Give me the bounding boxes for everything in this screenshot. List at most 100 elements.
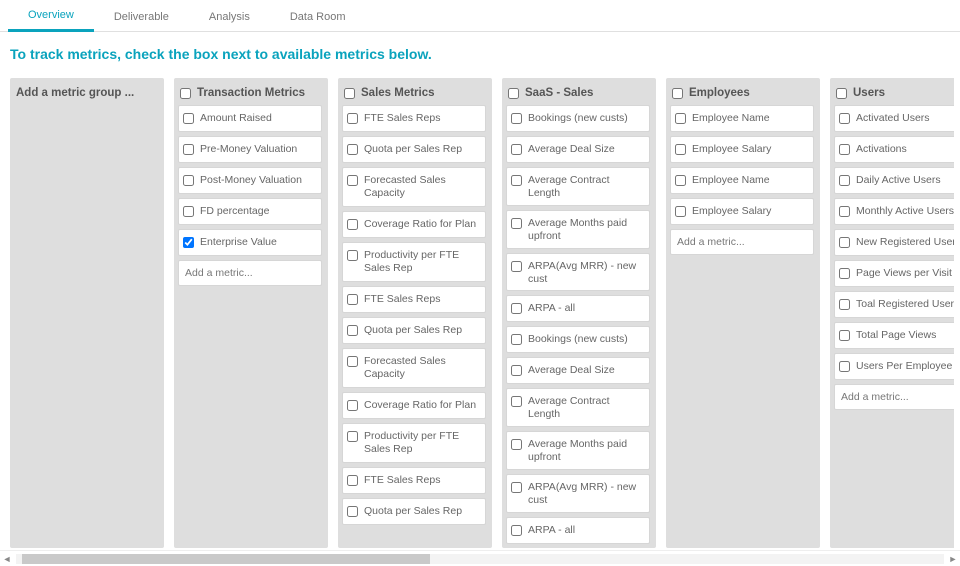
metric-checkbox[interactable] [347,475,358,486]
metric-checkbox[interactable] [675,175,686,186]
add-metric-input[interactable]: Add a metric... [178,260,322,286]
column-checkbox[interactable] [180,88,191,99]
column-header[interactable]: Transaction Metrics [178,82,324,105]
metric-card[interactable]: Average Deal Size [506,357,650,384]
metric-checkbox[interactable] [839,299,850,310]
metric-card[interactable]: Coverage Ratio for Plan [342,392,486,419]
metric-checkbox[interactable] [183,237,194,248]
metric-card[interactable]: Bookings (new custs) [506,326,650,353]
metric-checkbox[interactable] [347,356,358,367]
metric-checkbox[interactable] [511,261,522,272]
metric-checkbox[interactable] [347,431,358,442]
metric-card[interactable]: Employee Salary [670,136,814,163]
hscroll-thumb[interactable] [22,554,430,564]
metric-card[interactable]: Page Views per Visit [834,260,954,287]
metric-card[interactable]: Quota per Sales Rep [342,136,486,163]
metric-card[interactable]: Post-Money Valuation [178,167,322,194]
metric-card[interactable]: Monthly Active Users [834,198,954,225]
metric-checkbox[interactable] [347,294,358,305]
metric-checkbox[interactable] [511,218,522,229]
metric-card[interactable]: ARPA(Avg MRR) - new cust [506,474,650,513]
metric-checkbox[interactable] [511,439,522,450]
metric-checkbox[interactable] [511,396,522,407]
metric-checkbox[interactable] [183,175,194,186]
metric-checkbox[interactable] [183,206,194,217]
column-body[interactable]: FTE Sales RepsQuota per Sales RepForecas… [342,105,488,544]
metric-card[interactable]: Bookings (new custs) [506,105,650,132]
metric-checkbox[interactable] [183,144,194,155]
metric-card[interactable]: Pre-Money Valuation [178,136,322,163]
metric-checkbox[interactable] [511,144,522,155]
metric-card[interactable]: Productivity per FTE Sales Rep [342,242,486,282]
metrics-board[interactable]: Add a metric group ...Transaction Metric… [6,76,954,550]
metric-card[interactable]: Quota per Sales Rep [342,317,486,344]
hscroll-left-arrow[interactable]: ◄ [0,552,14,566]
metric-checkbox[interactable] [839,206,850,217]
metric-card[interactable]: Average Contract Length [506,167,650,206]
column-header[interactable]: SaaS - Sales [506,82,652,105]
metric-checkbox[interactable] [675,144,686,155]
metric-card[interactable]: FTE Sales Reps [342,286,486,313]
metric-checkbox[interactable] [675,113,686,124]
metric-checkbox[interactable] [347,219,358,230]
metric-card[interactable]: FD percentage [178,198,322,225]
metric-card[interactable]: New Registered Users [834,229,954,256]
metric-card[interactable]: FTE Sales Reps [342,467,486,494]
metric-checkbox[interactable] [347,325,358,336]
metric-card[interactable]: Daily Active Users [834,167,954,194]
column-checkbox[interactable] [508,88,519,99]
metric-card[interactable]: Enterprise Value [178,229,322,256]
metric-checkbox[interactable] [347,250,358,261]
hscroll-track[interactable] [16,554,944,564]
column-body[interactable]: Employee Name Employee Salary Employee Nam… [670,105,816,544]
horizontal-scrollbar[interactable]: ◄ ► [0,550,960,566]
tab-analysis[interactable]: Analysis [189,2,270,31]
metric-checkbox[interactable] [347,113,358,124]
metric-checkbox[interactable] [511,334,522,345]
metric-checkbox[interactable] [839,237,850,248]
column-checkbox[interactable] [836,88,847,99]
column-checkbox[interactable] [344,88,355,99]
metric-card[interactable]: FTE Sales Reps [342,105,486,132]
metric-card[interactable]: Employee Salary [670,198,814,225]
metric-card[interactable]: Quota per Sales Rep [342,498,486,525]
metric-card[interactable]: Toal Registered Users [834,291,954,318]
hscroll-right-arrow[interactable]: ► [946,552,960,566]
metric-checkbox[interactable] [839,330,850,341]
metric-checkbox[interactable] [839,268,850,279]
tab-data-room[interactable]: Data Room [270,2,366,31]
metric-card[interactable]: ARPA - all [506,517,650,544]
add-metric-input[interactable]: Add a metric... [834,384,954,410]
metric-card[interactable]: Activations [834,136,954,163]
tab-deliverable[interactable]: Deliverable [94,2,189,31]
metric-card[interactable]: Productivity per FTE Sales Rep [342,423,486,463]
metric-card[interactable]: Total Page Views [834,322,954,349]
metric-card[interactable]: ARPA(Avg MRR) - new cust [506,253,650,292]
metric-checkbox[interactable] [675,206,686,217]
metric-card[interactable]: Average Months paid upfront [506,210,650,249]
metric-card[interactable]: Average Deal Size [506,136,650,163]
metric-checkbox[interactable] [511,365,522,376]
metric-card[interactable]: Employee Name [670,167,814,194]
metric-card[interactable]: Employee Name [670,105,814,132]
metric-card[interactable]: Coverage Ratio for Plan [342,211,486,238]
metric-card[interactable]: ARPA - all [506,295,650,322]
metric-checkbox[interactable] [183,113,194,124]
metric-checkbox[interactable] [839,144,850,155]
metric-checkbox[interactable] [347,506,358,517]
metric-card[interactable]: Average Months paid upfront [506,431,650,470]
metric-checkbox[interactable] [511,482,522,493]
metric-card[interactable]: Average Contract Length [506,388,650,427]
column-body[interactable]: Bookings (new custs) Average Deal Size Ave… [506,105,652,544]
metric-checkbox[interactable] [511,175,522,186]
metric-checkbox[interactable] [839,113,850,124]
metric-card[interactable]: Activated Users [834,105,954,132]
metric-card[interactable]: Amount Raised [178,105,322,132]
column-header[interactable]: Sales Metrics [342,82,488,105]
metric-checkbox[interactable] [511,303,522,314]
column-body[interactable]: Activated Users Activations Daily Active U… [834,105,954,544]
metric-checkbox[interactable] [347,144,358,155]
metric-checkbox[interactable] [511,525,522,536]
column-body[interactable]: Amount Raised Pre-Money Valuation Post-Mon… [178,105,324,544]
column-header[interactable]: Employees [670,82,816,105]
